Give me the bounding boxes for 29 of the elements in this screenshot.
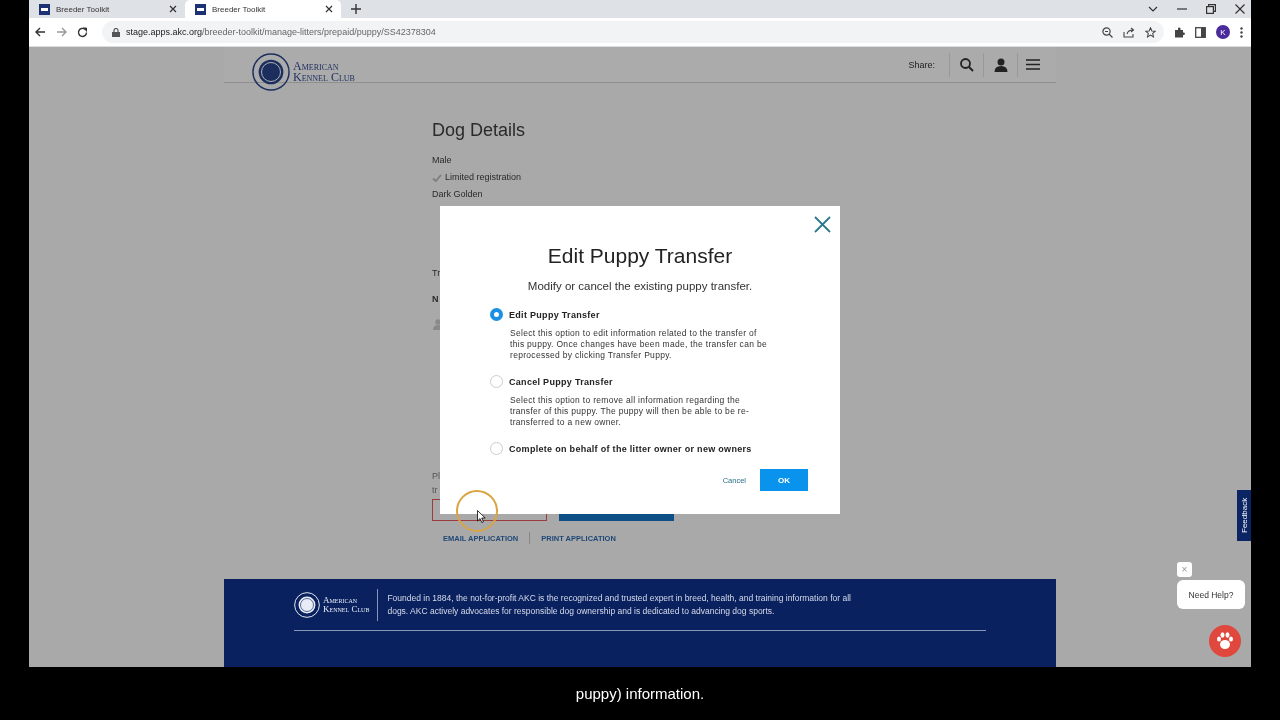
url-text: stage.apps.akc.org/breeder-toolkit/manage-litters/prepaid/puppy/SS42378304 — [126, 27, 436, 37]
browser-tab[interactable]: Breeder Toolkit — [185, 0, 341, 18]
logo-wordmark: Kennel Club — [323, 605, 370, 614]
body-text: Tr — [432, 267, 441, 279]
option-description: Select this option to edit information related to the transfer of this puppy. Once changes have been made, the transfer can be reprocessed by clicking Transfer Puppy. — [510, 328, 768, 361]
option-label: Edit Puppy Transfer — [509, 309, 600, 320]
body-text: Pl — [432, 470, 440, 483]
label-text: N — [432, 293, 439, 305]
feedback-tab[interactable]: Feedback — [1237, 490, 1251, 541]
profile-avatar[interactable]: K — [1216, 25, 1230, 39]
logo-wordmark: Kennel Club — [293, 71, 355, 83]
detail-text: Male — [432, 154, 452, 167]
share-label: Share: — [908, 59, 935, 70]
dialog-title: Edit Puppy Transfer — [546, 244, 734, 268]
logo-wordmark: American — [323, 596, 359, 605]
browser-tab[interactable]: Breeder Toolkit — [29, 0, 185, 18]
dialog-subtitle: Modify or cancel the existing puppy transfer. — [526, 280, 754, 292]
logo-wordmark: American — [293, 60, 340, 72]
option-label: Cancel Puppy Transfer — [509, 376, 613, 387]
body-text: tr — [432, 484, 438, 497]
section-heading: Dog Details — [432, 119, 526, 141]
footer-text: Founded in 1884, the not-for-profit AKC is the recognized and trusted expert in breed, health, and training information for all dogs. AKC actively advocates for responsible dog ownership and is dedicated to advancing dog sports. — [387, 592, 852, 618]
detail-text: Dark Golden — [432, 188, 483, 201]
help-bubble[interactable]: Need Help? — [1177, 580, 1245, 609]
detail-text: Limited registration — [445, 171, 522, 184]
video-caption: puppy) information. — [575, 685, 705, 702]
option-label: Complete on behalf of the litter owner or new owners — [509, 443, 752, 454]
address-field[interactable]: stage.apps.akc.org/breeder-toolkit/manage-litters/prepaid/puppy/SS42378304 — [102, 21, 1164, 43]
option-description: Select this option to remove all information regarding the transfer of this puppy. The puppy will then be able to be re-transferred to a new owner. — [510, 395, 751, 428]
